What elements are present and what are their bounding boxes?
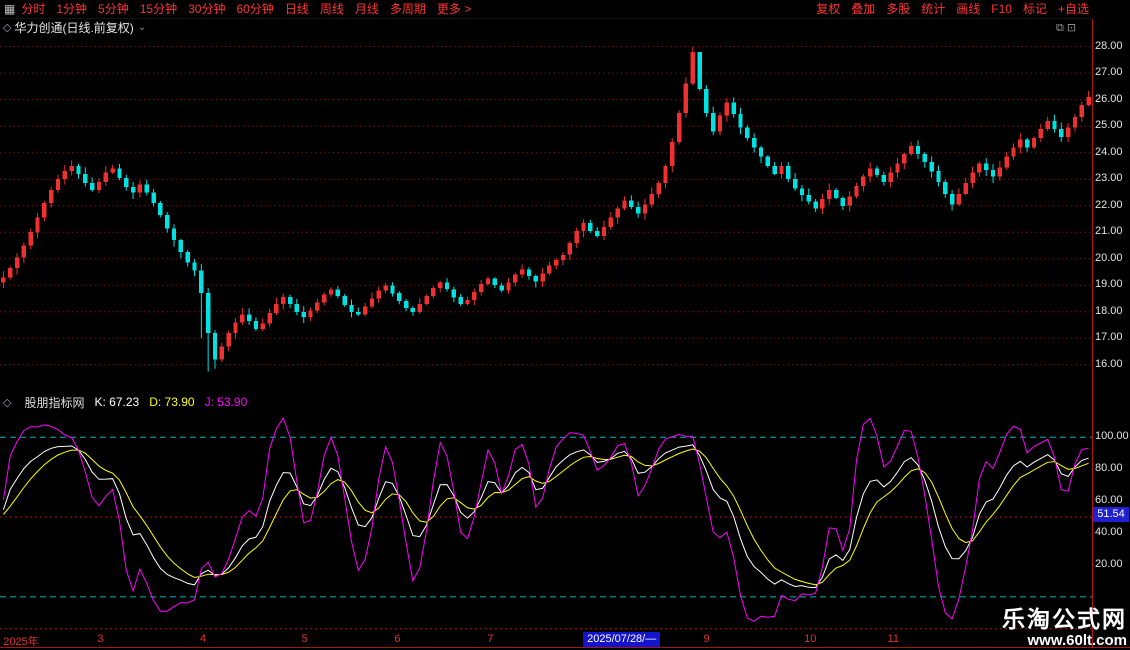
period-item[interactable]: 月线 (355, 0, 379, 19)
timeline-axis: 2025年34567910112025/07/28/— (0, 632, 1092, 648)
selected-date-label: 2025/07/28/— (583, 632, 660, 647)
indicator-tick-label: 100.00 (1095, 430, 1129, 442)
panel-maximize-icon[interactable]: ⊡ (1067, 22, 1079, 34)
timeline-tick: 9 (703, 633, 709, 645)
timeline-tick: 4 (200, 633, 206, 645)
price-tick-label: 16.00 (1095, 358, 1129, 370)
tool-item[interactable]: +自选 (1058, 0, 1089, 19)
price-tick-label: 22.00 (1095, 199, 1129, 211)
period-item[interactable]: 1分钟 (56, 0, 87, 19)
period-item[interactable]: 5分钟 (98, 0, 129, 19)
kdj-chart[interactable] (0, 410, 1092, 632)
indicator-tick-label: 60.00 (1095, 494, 1129, 506)
kdj-j-value: J: 53.90 (205, 395, 248, 409)
watermark: 乐淘公式网 www.60lt.com (1002, 606, 1127, 650)
grid-icon[interactable]: ▦ (4, 2, 15, 16)
price-axis: 28.00 27.00 26.00 25.00 24.00 23.00 22.00 21.00… (1092, 0, 1130, 650)
tool-item[interactable]: 统计 (921, 0, 945, 19)
period-item[interactable]: 更多 > (437, 0, 471, 19)
period-item[interactable]: 周线 (320, 0, 344, 19)
watermark-url: www.60lt.com (1002, 632, 1127, 650)
axis-border-line (1092, 19, 1093, 648)
timeline-tick: 3 (97, 633, 103, 645)
tool-item[interactable]: F10 (991, 0, 1012, 19)
panel-overlap-icon[interactable]: ⧉ (1056, 22, 1067, 34)
timeline-tick: 7 (487, 633, 493, 645)
tool-item[interactable]: 标记 (1023, 0, 1047, 19)
period-item[interactable]: 日线 (285, 0, 309, 19)
timeline-tick: 6 (394, 633, 400, 645)
indicator-tick-label: 40.00 (1095, 526, 1129, 538)
top-toolbar: ▦ 分时 1分钟 5分钟 15分钟 30分钟 60分钟日线周线月线多周期更多 > 复权叠加… (0, 0, 1130, 19)
price-tick-label: 20.00 (1095, 252, 1129, 264)
current-value-badge: 51.54 (1093, 507, 1129, 522)
period-item[interactable]: 15分钟 (140, 0, 177, 19)
indicator-tick-label: 80.00 (1095, 462, 1129, 474)
tools-menu: 复权叠加多股统计画线F10标记+自选返回 (816, 0, 1130, 19)
tool-item[interactable]: 画线 (956, 0, 980, 19)
main-chart-header: ◇ 华力创通(日线.前复权) ⌄ (0, 19, 146, 36)
price-tick-label: 25.00 (1095, 119, 1129, 131)
candlestick-chart[interactable] (0, 36, 1092, 394)
indicator-header: ◇ 股朋指标网 K: 67.23 D: 73.90 J: 53.90 (0, 394, 1095, 410)
price-tick-label: 28.00 (1095, 40, 1129, 52)
tool-item[interactable]: 复权 (816, 0, 840, 19)
trading-app-window: ▦ 分时 1分钟 5分钟 15分钟 30分钟 60分钟日线周线月线多周期更多 > 复权叠加… (0, 0, 1130, 650)
panel-corner-icons: ⧉⊡ (1056, 21, 1079, 35)
kdj-d-value: D: 73.90 (149, 395, 194, 409)
bottom-border-line (0, 647, 1130, 648)
price-tick-label: 17.00 (1095, 331, 1129, 343)
diamond-icon: ◇ (3, 21, 11, 34)
indicator-title: 股朋指标网 (24, 394, 84, 411)
price-tick-label: 27.00 (1095, 66, 1129, 78)
period-item[interactable]: 30分钟 (188, 0, 225, 19)
indicator-tick-label: 20.00 (1095, 558, 1129, 570)
period-item[interactable]: 分时 (21, 0, 45, 19)
price-tick-label: 24.00 (1095, 146, 1129, 158)
timeline-tick: 5 (302, 633, 308, 645)
tool-item[interactable]: 多股 (886, 0, 910, 19)
price-tick-label: 21.00 (1095, 225, 1129, 237)
timeline-tick: 10 (804, 633, 816, 645)
price-tick-label: 19.00 (1095, 278, 1129, 290)
tool-item[interactable]: 叠加 (851, 0, 875, 19)
price-tick-label: 26.00 (1095, 93, 1129, 105)
watermark-site-name: 乐淘公式网 (1002, 606, 1127, 632)
chevron-down-icon[interactable]: ⌄ (138, 22, 146, 33)
chart-title: 华力创通(日线.前复权) (14, 19, 133, 36)
price-tick-label: 23.00 (1095, 172, 1129, 184)
diamond-icon[interactable]: ◇ (3, 396, 11, 409)
timeline-tick: 11 (888, 633, 899, 645)
kdj-k-value: K: 67.23 (94, 395, 139, 409)
period-menu: 分时 1分钟 5分钟 15分钟 30分钟 60分钟日线周线月线多周期更多 > (21, 0, 471, 19)
price-tick-label: 18.00 (1095, 305, 1129, 317)
period-item[interactable]: 多周期 (390, 0, 426, 19)
period-item[interactable]: 60分钟 (236, 0, 273, 19)
